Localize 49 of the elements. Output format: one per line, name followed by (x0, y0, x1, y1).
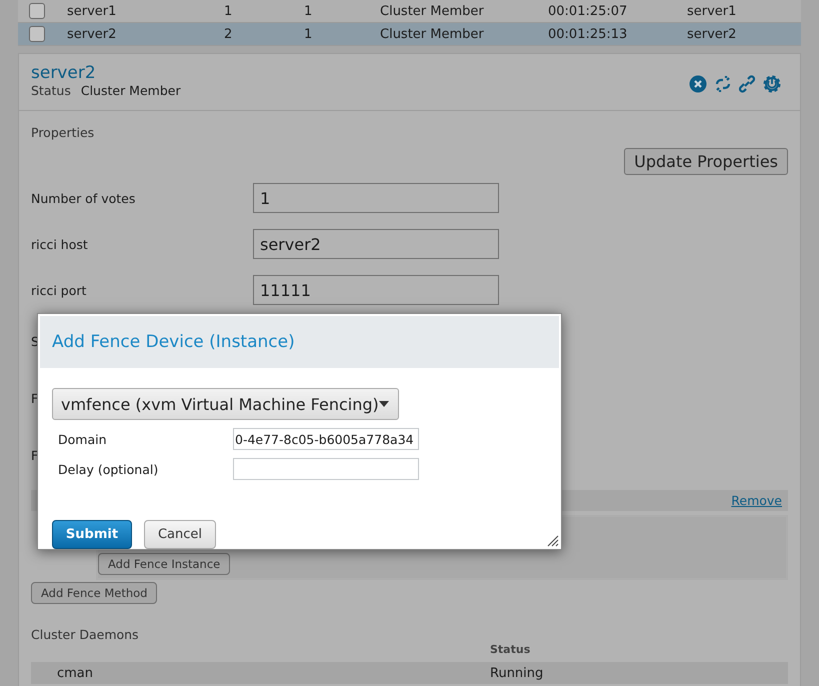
field-label: ricci host (31, 236, 89, 252)
table-cell-text: cman (56, 666, 94, 680)
dialog-title: Add Fence Device (Instance) (52, 332, 295, 352)
table-cell-text: 1 (224, 4, 234, 18)
section-heading: Properties (31, 125, 96, 140)
column-header: Status (490, 643, 530, 656)
status-label: Status (31, 83, 71, 98)
submit-button[interactable]: Submit (52, 520, 132, 549)
field-label: ricci port (31, 282, 88, 298)
table-cell-text: 1 (304, 4, 314, 18)
table-cell-text: 00:01:25:13 (548, 26, 628, 42)
update-properties-button[interactable]: Update Properties (624, 148, 788, 175)
input-field[interactable]: 0-4e77-8c05-b6005a778a34 (233, 428, 419, 450)
field-label: Domain (58, 432, 108, 446)
link-icon[interactable] (739, 74, 755, 92)
table-cell: Running (490, 666, 544, 680)
add-fence-instance-button[interactable]: Add Fence Instance (98, 553, 230, 575)
checkbox[interactable] (29, 26, 45, 42)
status-value: Cluster Member (80, 83, 181, 98)
cancel-button[interactable]: Cancel (144, 520, 216, 549)
gear-icon[interactable] (762, 74, 782, 94)
input-field[interactable] (233, 458, 419, 480)
table-cell-text: server2 (687, 26, 738, 42)
table-cell-text: server1 (687, 4, 738, 18)
input-field[interactable]: server2 (253, 229, 499, 259)
field-label: Delay (optional) (58, 462, 160, 476)
section-heading: Cluster Daemons (31, 627, 140, 642)
device-dropdown[interactable]: vmfence (xvm Virtual Machine Fencing) (52, 388, 399, 420)
table-cell-text: 1 (304, 26, 314, 42)
checkbox[interactable] (29, 3, 45, 19)
table-row[interactable]: server2 2 1 Cluster Member 00:01:25:13 server2 (18, 23, 801, 46)
field-label: F (31, 391, 38, 406)
table-cell-text: server2 (67, 26, 118, 42)
table-cell-text: Cluster Member (380, 26, 485, 42)
add-fence-method-button[interactable]: Add Fence Method (31, 582, 158, 604)
node-title: server2 (31, 63, 97, 83)
table-cell-text: server1 (67, 4, 118, 18)
broken-link-icon[interactable] (714, 74, 732, 92)
field-label: F (31, 448, 38, 463)
caret-icon (379, 401, 389, 407)
resize-grip-icon[interactable] (547, 535, 559, 547)
table-cell-text: 2 (224, 26, 234, 42)
table-row[interactable]: server1 1 1 Cluster Member 00:01:25:07 server1 (18, 0, 801, 23)
field-label: Number of votes (31, 190, 136, 206)
table-cell-text: Cluster Member (380, 4, 485, 18)
input-field[interactable]: 1 (253, 183, 499, 213)
delete-icon[interactable] (689, 74, 707, 92)
table-cell-text: 00:01:25:07 (548, 4, 628, 18)
input-field[interactable]: 11111 (253, 275, 499, 305)
